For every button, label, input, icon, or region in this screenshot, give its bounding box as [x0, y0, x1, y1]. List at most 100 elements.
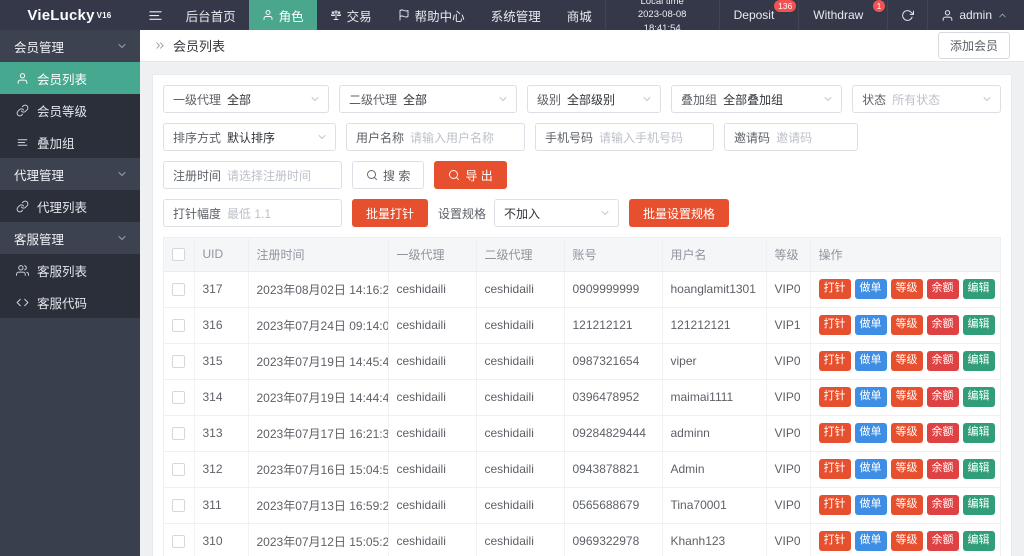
batch-spec-button[interactable]: 批量设置规格 [629, 199, 729, 227]
row-action-edit-button[interactable]: 编辑 [963, 351, 995, 370]
row-action-edit-button[interactable]: 编辑 [963, 279, 995, 298]
row-action-balance-button[interactable]: 余额 [927, 279, 959, 298]
phone-input[interactable]: 手机号码请输入手机号码 [535, 123, 714, 151]
row-checkbox[interactable] [172, 535, 185, 548]
row-action-edit-button[interactable]: 编辑 [963, 315, 995, 334]
row-action-balance-button[interactable]: 余额 [927, 351, 959, 370]
row-action-needle-button[interactable]: 打针 [819, 459, 851, 478]
row-action-level-button[interactable]: 等级 [891, 387, 923, 406]
row-action-level-button[interactable]: 等级 [891, 423, 923, 442]
row-more-button[interactable]: … [999, 280, 1001, 294]
row-action-make-order-button[interactable]: 做单 [855, 315, 887, 334]
level-select[interactable]: 级别全部级别 [527, 85, 661, 113]
sidebar-item-label: 代理列表 [37, 197, 87, 216]
row-checkbox[interactable] [172, 391, 185, 404]
sidebar-toggle-button[interactable] [139, 0, 173, 30]
sidebar-item-service-code[interactable]: 客服代码 [0, 286, 140, 318]
sidebar-item-service-list[interactable]: 客服列表 [0, 254, 140, 286]
nav-item-dashboard[interactable]: 后台首页 [173, 0, 249, 30]
cell-agent1: ceshidaili [388, 271, 476, 307]
row-checkbox[interactable] [172, 463, 185, 476]
row-action-level-button[interactable]: 等级 [891, 315, 923, 334]
user-menu-button[interactable]: admin [927, 0, 1024, 30]
row-action-balance-button[interactable]: 余额 [927, 459, 959, 478]
username-input[interactable]: 用户名称请输入用户名称 [346, 123, 525, 151]
row-action-edit-button[interactable]: 编辑 [963, 387, 995, 406]
row-action-make-order-button[interactable]: 做单 [855, 459, 887, 478]
stack-group-select[interactable]: 叠加组全部叠加组 [671, 85, 842, 113]
nav-item-mall[interactable]: 商城 [554, 0, 605, 30]
row-action-needle-button[interactable]: 打针 [819, 423, 851, 442]
row-checkbox[interactable] [172, 319, 185, 332]
row-action-edit-button[interactable]: 编辑 [963, 531, 995, 550]
export-button[interactable]: 导 出 [434, 161, 506, 189]
cell-agent2: ceshidaili [476, 307, 564, 343]
row-more-button[interactable]: … [999, 388, 1001, 402]
sidebar-section-1[interactable]: 代理管理 [0, 158, 140, 190]
needle-range-input[interactable]: 打针幅度最低 1.1 [163, 199, 342, 227]
row-action-edit-button[interactable]: 编辑 [963, 459, 995, 478]
row-more-button[interactable]: … [999, 316, 1001, 330]
row-action-level-button[interactable]: 等级 [891, 279, 923, 298]
row-more-button[interactable]: … [999, 352, 1001, 366]
row-action-balance-button[interactable]: 余额 [927, 387, 959, 406]
row-more-button[interactable]: … [999, 460, 1001, 474]
add-member-button[interactable]: 添加会员 [938, 32, 1010, 59]
row-action-needle-button[interactable]: 打针 [819, 531, 851, 550]
sidebar-section-2[interactable]: 客服管理 [0, 222, 140, 254]
row-action-level-button[interactable]: 等级 [891, 531, 923, 550]
row-action-balance-button[interactable]: 余额 [927, 315, 959, 334]
sidebar-item-member-level[interactable]: 会员等级 [0, 94, 140, 126]
row-action-make-order-button[interactable]: 做单 [855, 351, 887, 370]
row-action-make-order-button[interactable]: 做单 [855, 423, 887, 442]
sidebar-item-member-list[interactable]: 会员列表 [0, 62, 140, 94]
row-action-level-button[interactable]: 等级 [891, 459, 923, 478]
row-action-edit-button[interactable]: 编辑 [963, 423, 995, 442]
row-more-button[interactable]: … [999, 496, 1001, 510]
row-checkbox[interactable] [172, 283, 185, 296]
nav-item-label: 商城 [567, 6, 592, 25]
cell-account: 09284829444 [564, 415, 662, 451]
row-more-button[interactable]: … [999, 532, 1001, 546]
select-all-checkbox[interactable] [172, 248, 185, 261]
row-more-button[interactable]: … [999, 424, 1001, 438]
deposit-button[interactable]: Deposit 136 [719, 0, 799, 30]
row-action-make-order-button[interactable]: 做单 [855, 495, 887, 514]
row-checkbox[interactable] [172, 499, 185, 512]
sidebar-section-0[interactable]: 会员管理 [0, 30, 140, 62]
row-action-needle-button[interactable]: 打针 [819, 351, 851, 370]
row-action-needle-button[interactable]: 打针 [819, 315, 851, 334]
spec-select[interactable]: 不加入 [494, 199, 619, 227]
row-action-balance-button[interactable]: 余额 [927, 495, 959, 514]
row-action-make-order-button[interactable]: 做单 [855, 387, 887, 406]
row-action-make-order-button[interactable]: 做单 [855, 531, 887, 550]
row-action-make-order-button[interactable]: 做单 [855, 279, 887, 298]
batch-needle-button[interactable]: 批量打针 [352, 199, 428, 227]
nav-item-help-center[interactable]: 帮助中心 [385, 0, 478, 30]
row-action-needle-button[interactable]: 打针 [819, 495, 851, 514]
sort-order-select[interactable]: 排序方式默认排序 [163, 123, 336, 151]
cell-username: 121212121 [662, 307, 766, 343]
sidebar-item-stack-group[interactable]: 叠加组 [0, 126, 140, 158]
row-checkbox[interactable] [172, 355, 185, 368]
status-select[interactable]: 状态所有状态 [852, 85, 1001, 113]
nav-item-trade[interactable]: 交易 [317, 0, 385, 30]
search-button[interactable]: 搜 索 [352, 161, 424, 189]
register-time-input[interactable]: 注册时间请选择注册时间 [163, 161, 342, 189]
second-agent-select[interactable]: 二级代理全部 [339, 85, 517, 113]
invite-code-input[interactable]: 邀请码邀请码 [724, 123, 858, 151]
row-action-balance-button[interactable]: 余额 [927, 531, 959, 550]
row-action-needle-button[interactable]: 打针 [819, 279, 851, 298]
withdraw-button[interactable]: Withdraw 1 [798, 0, 887, 30]
row-action-level-button[interactable]: 等级 [891, 351, 923, 370]
row-action-needle-button[interactable]: 打针 [819, 387, 851, 406]
refresh-button[interactable] [887, 0, 927, 30]
nav-item-roles[interactable]: 角色 [249, 0, 317, 30]
row-action-level-button[interactable]: 等级 [891, 495, 923, 514]
row-action-balance-button[interactable]: 余额 [927, 423, 959, 442]
first-agent-select[interactable]: 一级代理全部 [163, 85, 329, 113]
row-checkbox[interactable] [172, 427, 185, 440]
row-action-edit-button[interactable]: 编辑 [963, 495, 995, 514]
nav-item-system[interactable]: 系统管理 [478, 0, 554, 30]
sidebar-item-agent-list[interactable]: 代理列表 [0, 190, 140, 222]
